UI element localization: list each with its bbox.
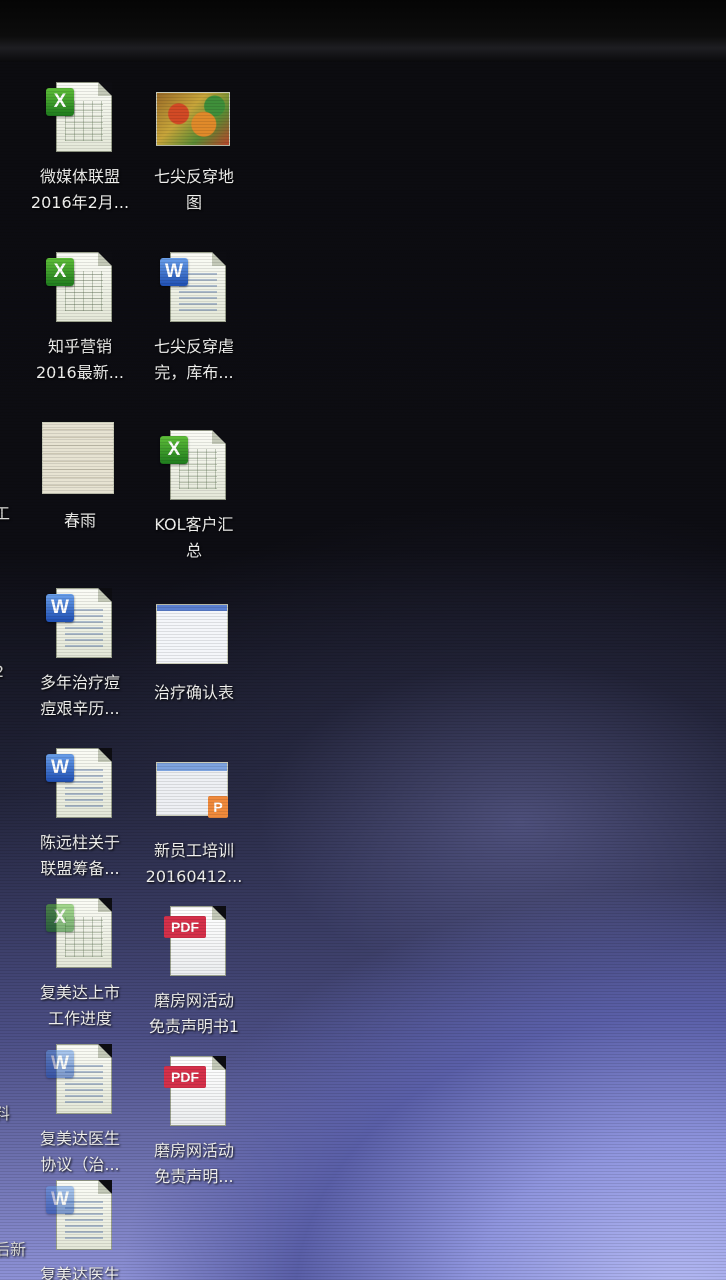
desktop-icon-image-file[interactable]: 春雨 <box>24 422 136 534</box>
icon-label: 磨房网活动 免责声明... <box>153 1141 234 1186</box>
excel-file-icon: X <box>42 894 118 970</box>
icon-label: 磨房网活动 免责声明书1 <box>148 991 240 1036</box>
pdf-file-icon: PDF <box>156 902 232 978</box>
desktop-icon-excel-file[interactable]: X 知乎营销 2016最新... <box>24 248 136 386</box>
icon-label: KOL客户汇 总 <box>154 515 234 560</box>
powerpoint-file-icon: P <box>156 752 232 828</box>
excel-file-icon: X <box>156 426 232 502</box>
edge-fragment: 工 <box>0 504 11 523</box>
word-file-icon: W <box>42 1040 118 1116</box>
desktop-icon-excel-file[interactable]: X 微媒体联盟 2016年2月... <box>24 78 136 216</box>
icon-label: 微媒体联盟 2016年2月... <box>30 167 130 212</box>
image-thumbnail-icon <box>42 422 118 498</box>
excel-file-icon: X <box>42 248 118 324</box>
word-file-icon: W <box>42 1176 118 1252</box>
edge-fragment: 2 <box>0 662 4 681</box>
icon-label: 七尖反穿地 图 <box>153 167 234 212</box>
desktop-icon-image-file[interactable]: 七尖反穿地 图 <box>138 78 250 216</box>
icon-label: 复美达医生 协议（治... <box>39 1129 120 1174</box>
icon-label: 新员工培训 20160412... <box>145 841 243 886</box>
desktop: 工 2 料 后新 X 微媒体联盟 2016年2月... X 知乎营销 2016最… <box>0 62 726 1280</box>
image-thumbnail-icon <box>156 594 232 670</box>
desktop-icon-word-file[interactable]: W 陈远柱关于 联盟筹备... <box>24 744 136 882</box>
icon-label: 陈远柱关于 联盟筹备... <box>39 833 120 878</box>
icon-label: 知乎营销 2016最新... <box>36 337 124 382</box>
icon-label: 治疗确认表 <box>153 683 234 702</box>
icon-label: 春雨 <box>63 511 96 530</box>
word-file-icon: W <box>42 744 118 820</box>
word-file-icon: W <box>42 584 118 660</box>
edge-fragment: 料 <box>0 1104 11 1123</box>
excel-file-icon: X <box>42 78 118 154</box>
image-thumbnail-icon <box>156 78 232 154</box>
desktop-icon-word-file[interactable]: W 复美达医生 协议（治... <box>24 1040 136 1178</box>
word-file-icon: W <box>156 248 232 324</box>
desktop-icon-word-file[interactable]: W 多年治疗痘 痘艰辛历... <box>24 584 136 722</box>
desktop-icon-pdf-file[interactable]: PDF 磨房网活动 免责声明... <box>138 1052 250 1190</box>
desktop-icon-excel-file[interactable]: X 复美达上市 工作进度 <box>24 894 136 1032</box>
icon-label: 多年治疗痘 痘艰辛历... <box>39 673 120 718</box>
icon-label: 复美达上市 工作进度 <box>39 983 120 1028</box>
icon-label: 七尖反穿虐 完，库布... <box>153 337 234 382</box>
desktop-icon-word-file[interactable]: W 七尖反穿虐 完，库布... <box>138 248 250 386</box>
monitor-bezel <box>0 0 726 62</box>
pdf-file-icon: PDF <box>156 1052 232 1128</box>
desktop-icon-pdf-file[interactable]: PDF 磨房网活动 免责声明书1 <box>138 902 250 1040</box>
desktop-icon-excel-file[interactable]: X KOL客户汇 总 <box>138 426 250 564</box>
desktop-icon-word-file[interactable]: W 复美达医生 协议（转... <box>24 1176 136 1280</box>
desktop-icon-image-file[interactable]: 治疗确认表 <box>138 594 250 706</box>
desktop-icon-powerpoint-file[interactable]: P 新员工培训 20160412... <box>138 752 250 890</box>
icon-label: 复美达医生 协议（转... <box>39 1265 120 1280</box>
edge-fragment: 后新 <box>0 1240 27 1259</box>
